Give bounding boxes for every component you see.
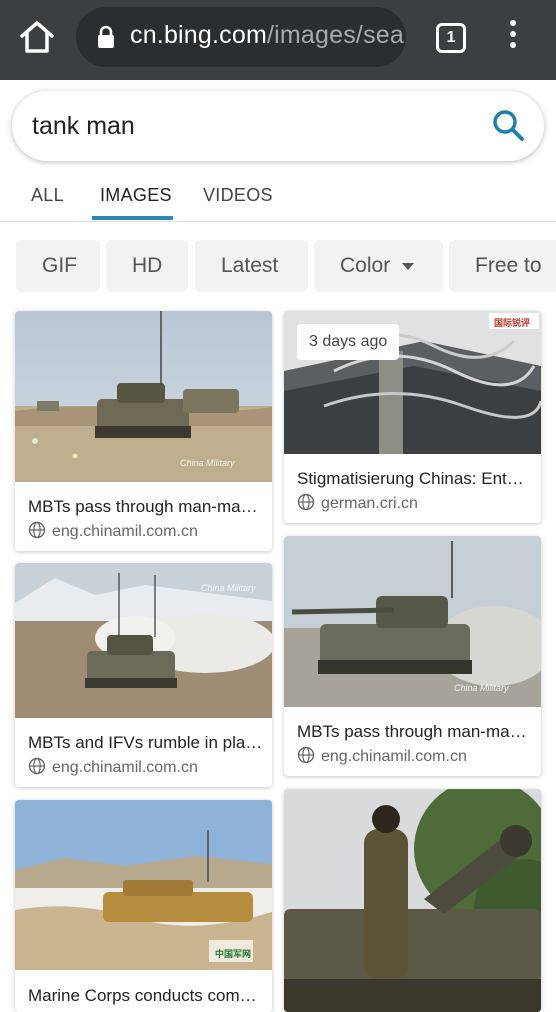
result-card[interactable]: China Military MBTs pass through man-mad… <box>15 311 272 551</box>
filter-gif[interactable]: GIF <box>16 240 100 292</box>
results-nav: ALL IMAGES VIDEOS <box>0 170 556 222</box>
filter-hd-label: HD <box>132 254 163 277</box>
result-image[interactable] <box>15 800 272 970</box>
result-card[interactable] <box>284 789 541 1012</box>
url-domain: cn.bing.com <box>130 21 267 49</box>
result-title[interactable]: MBTs and IFVs rumble in pla… <box>28 733 263 753</box>
result-source-text: eng.chinamil.com.cn <box>52 523 198 540</box>
filter-color[interactable]: Color <box>314 240 443 292</box>
filter-color-label: Color <box>340 254 391 277</box>
tab-switcher-button[interactable]: 1 <box>436 23 466 53</box>
result-image[interactable] <box>284 789 541 1012</box>
lock-icon <box>98 25 114 48</box>
result-source-text: german.cri.cn <box>321 495 418 512</box>
result-card[interactable]: 国际锐评 3 days ago Stigmatisierung Chinas: … <box>284 311 541 523</box>
result-title[interactable]: MBTs pass through man-made… <box>28 497 263 517</box>
result-source[interactable]: eng.chinamil.com.cn <box>28 521 198 541</box>
search-query: tank man <box>32 112 135 140</box>
date-badge: 3 days ago <box>297 324 400 360</box>
image-watermark: China Military <box>201 583 256 593</box>
filter-latest[interactable]: Latest <box>195 240 308 292</box>
result-title[interactable]: Stigmatisierung Chinas: Ente… <box>297 469 532 489</box>
more-menu-icon[interactable] <box>503 20 523 56</box>
search-icon[interactable] <box>490 107 526 143</box>
filter-free-to-use[interactable]: Free to <box>449 240 556 292</box>
result-image[interactable] <box>284 536 541 707</box>
tab-videos[interactable]: VIDEOS <box>203 185 273 206</box>
url-path: /images/sea <box>267 21 404 49</box>
result-title[interactable]: MBTs pass through man-made… <box>297 722 532 742</box>
search-input[interactable]: tank man <box>12 91 544 161</box>
image-watermark: 国际锐评 <box>494 318 531 328</box>
home-icon[interactable] <box>18 18 56 56</box>
result-source[interactable]: eng.chinamil.com.cn <box>28 757 198 777</box>
globe-icon <box>297 746 315 764</box>
result-source[interactable]: eng.chinamil.com.cn <box>297 746 467 766</box>
tab-images[interactable]: IMAGES <box>100 185 172 206</box>
image-watermark: China Military <box>180 458 235 468</box>
active-tab-indicator <box>92 216 173 220</box>
url-text: cn.bing.com/images/sea <box>130 21 404 50</box>
globe-icon <box>28 757 46 775</box>
browser-toolbar: cn.bing.com/images/sea 1 <box>0 0 556 80</box>
image-watermark: China Military <box>454 683 509 693</box>
address-bar[interactable]: cn.bing.com/images/sea <box>76 7 406 67</box>
result-title[interactable]: Marine Corps conducts com… <box>28 986 263 1006</box>
result-source-text: eng.chinamil.com.cn <box>321 748 467 765</box>
result-card[interactable]: China Military MBTs and IFVs rumble in p… <box>15 563 272 787</box>
chevron-down-icon <box>402 262 415 270</box>
result-card[interactable]: 中国军网 Marine Corps conducts com… <box>15 800 272 1012</box>
filter-gif-label: GIF <box>42 254 77 277</box>
image-watermark: 中国军网 <box>215 949 252 959</box>
result-source-text: eng.chinamil.com.cn <box>52 759 198 776</box>
result-source[interactable]: german.cri.cn <box>297 493 418 513</box>
result-image[interactable] <box>15 311 272 482</box>
filter-free-label: Free to <box>475 254 542 277</box>
filter-chips: GIF HD Latest Color Free to <box>16 240 556 292</box>
tab-all[interactable]: ALL <box>31 185 64 206</box>
filter-latest-label: Latest <box>221 254 279 277</box>
globe-icon <box>297 493 315 511</box>
filter-hd[interactable]: HD <box>106 240 188 292</box>
globe-icon <box>28 521 46 539</box>
result-card[interactable]: China Military MBTs pass through man-mad… <box>284 536 541 776</box>
